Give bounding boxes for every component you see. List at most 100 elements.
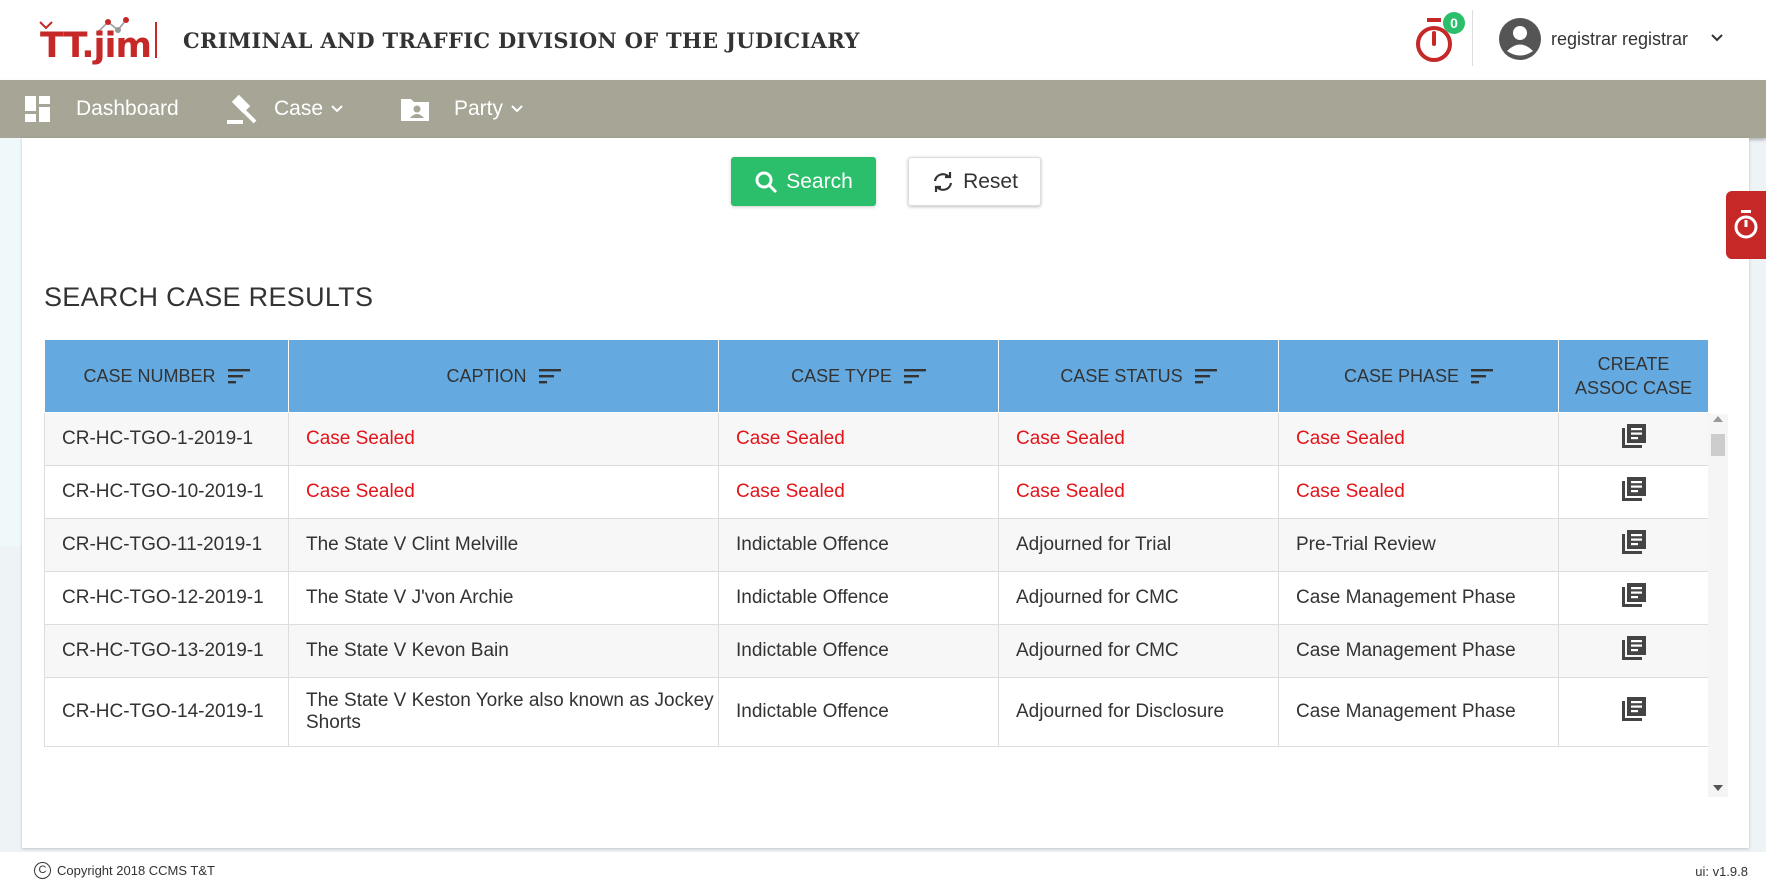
column-header-caption[interactable]: CAPTION bbox=[288, 339, 719, 413]
nav-party-label: Party bbox=[454, 97, 504, 120]
cell-case-phase: Case Sealed bbox=[1278, 412, 1559, 466]
search-button-label: Search bbox=[786, 169, 853, 193]
sort-icon[interactable] bbox=[1194, 368, 1217, 384]
cell-case-number: CR-HC-TGO-14-2019-1 bbox=[44, 677, 289, 747]
cell-case-phase: Case Sealed bbox=[1278, 465, 1559, 519]
scroll-up-arrow[interactable] bbox=[1713, 416, 1723, 422]
column-label: CASE TYPE bbox=[791, 365, 892, 386]
reset-button[interactable]: Reset bbox=[908, 157, 1041, 206]
app-logo[interactable]: TT.jim bbox=[38, 14, 152, 66]
logo-text: TT.jim bbox=[40, 26, 152, 66]
nav-dashboard-label: Dashboard bbox=[76, 97, 179, 120]
top-header: TT.jim CRIMINAL AND TRAFFIC DIVISION OF … bbox=[0, 0, 1766, 80]
sort-icon[interactable] bbox=[538, 368, 561, 384]
cell-case-status: Case Sealed bbox=[998, 465, 1279, 519]
version-label: ui: v1.9.8 bbox=[1695, 864, 1748, 879]
table-row[interactable]: CR-HC-TGO-13-2019-1 The State V Kevon Bai… bbox=[44, 624, 1709, 678]
cell-create-assoc-case bbox=[1558, 465, 1709, 519]
table-row[interactable]: CR-HC-TGO-14-2019-1 The State V Keston Yo… bbox=[44, 677, 1709, 747]
chevron-down-icon[interactable] bbox=[1709, 30, 1725, 46]
cell-case-number: CR-HC-TGO-12-2019-1 bbox=[44, 571, 289, 625]
nav-party[interactable]: Party bbox=[400, 80, 525, 138]
column-label-line2: ASSOC CASE bbox=[1574, 378, 1693, 398]
cell-case-number: CR-HC-TGO-10-2019-1 bbox=[44, 465, 289, 519]
cell-case-phase: Case Management Phase bbox=[1278, 677, 1559, 747]
sort-icon[interactable] bbox=[227, 368, 250, 384]
sort-icon[interactable] bbox=[903, 368, 926, 384]
main-navbar: Dashboard Case Party bbox=[0, 80, 1766, 138]
cell-create-assoc-case bbox=[1558, 412, 1709, 466]
user-avatar-icon[interactable] bbox=[1499, 18, 1541, 60]
cell-case-status: Adjourned for Trial bbox=[998, 518, 1279, 572]
logo-divider bbox=[155, 22, 157, 58]
timer-count-badge: 0 bbox=[1443, 12, 1465, 34]
cell-case-type: Indictable Offence bbox=[718, 518, 999, 572]
results-section-title: SEARCH CASE RESULTS bbox=[44, 282, 374, 312]
cell-case-number: CR-HC-TGO-11-2019-1 bbox=[44, 518, 289, 572]
scroll-thumb[interactable] bbox=[1711, 434, 1725, 456]
library-books-icon[interactable] bbox=[1621, 529, 1647, 561]
results-table: CASE NUMBER CAPTION CASE TYPE CASE STATU… bbox=[44, 339, 1709, 747]
library-books-icon[interactable] bbox=[1621, 423, 1647, 455]
cell-case-type: Case Sealed bbox=[718, 412, 999, 466]
cell-case-number: CR-HC-TGO-1-2019-1 bbox=[44, 412, 289, 466]
party-folder-icon bbox=[401, 99, 429, 121]
side-timer-tab[interactable] bbox=[1726, 191, 1766, 259]
cell-case-phase: Pre-Trial Review bbox=[1278, 518, 1559, 572]
cell-case-type: Indictable Offence bbox=[718, 677, 999, 747]
column-label: CASE STATUS bbox=[1060, 365, 1183, 386]
search-button[interactable]: Search bbox=[731, 157, 876, 206]
column-header-case-number[interactable]: CASE NUMBER bbox=[44, 339, 289, 413]
table-row[interactable]: CR-HC-TGO-10-2019-1 Case Sealed Case Seale… bbox=[44, 465, 1709, 519]
background-strip bbox=[0, 138, 22, 546]
table-row[interactable]: CR-HC-TGO-11-2019-1 The State V Clint Mel… bbox=[44, 518, 1709, 572]
cell-create-assoc-case bbox=[1558, 518, 1709, 572]
table-row[interactable]: CR-HC-TGO-12-2019-1 The State V J'von Arc… bbox=[44, 571, 1709, 625]
scroll-down-arrow[interactable] bbox=[1713, 785, 1723, 791]
column-header-create-assoc-case: CREATE ASSOC CASE bbox=[1558, 339, 1709, 413]
cell-case-type: Indictable Offence bbox=[718, 624, 999, 678]
copyright-text: C Copyright 2018 CCMS T&T bbox=[34, 862, 215, 879]
timer-icon bbox=[1734, 210, 1758, 239]
chevron-down-icon bbox=[331, 105, 343, 113]
copyright-label: Copyright 2018 CCMS T&T bbox=[57, 863, 215, 878]
page-footer: C Copyright 2018 CCMS T&T ui: v1.9.8 bbox=[0, 852, 1766, 892]
library-books-icon[interactable] bbox=[1621, 582, 1647, 614]
table-scrollbar[interactable] bbox=[1708, 414, 1728, 797]
column-label: CAPTION bbox=[446, 365, 527, 386]
column-header-case-phase[interactable]: CASE PHASE bbox=[1278, 339, 1559, 413]
table-header-row: CASE NUMBER CAPTION CASE TYPE CASE STATU… bbox=[44, 339, 1709, 413]
cell-case-phase: Case Management Phase bbox=[1278, 571, 1559, 625]
sort-icon[interactable] bbox=[1471, 368, 1494, 384]
timer-button[interactable]: 0 bbox=[1413, 12, 1465, 64]
dashboard-icon bbox=[25, 96, 50, 122]
cell-case-phase: Case Management Phase bbox=[1278, 624, 1559, 678]
nav-dashboard[interactable]: Dashboard bbox=[24, 80, 179, 138]
chevron-down-icon bbox=[511, 105, 523, 113]
nav-case[interactable]: Case bbox=[226, 80, 345, 138]
search-icon bbox=[755, 171, 778, 193]
cell-caption: The State V Keston Yorke also known as J… bbox=[288, 677, 719, 747]
cell-case-type: Indictable Offence bbox=[718, 571, 999, 625]
results-table-container[interactable]: CASE NUMBER CAPTION CASE TYPE CASE STATU… bbox=[44, 339, 1728, 797]
cell-case-status: Adjourned for CMC bbox=[998, 571, 1279, 625]
nav-case-label: Case bbox=[274, 97, 324, 120]
cell-create-assoc-case bbox=[1558, 571, 1709, 625]
column-header-case-type[interactable]: CASE TYPE bbox=[718, 339, 999, 413]
cell-create-assoc-case bbox=[1558, 624, 1709, 678]
cell-caption: The State V J'von Archie bbox=[288, 571, 719, 625]
cell-case-status: Adjourned for Disclosure bbox=[998, 677, 1279, 747]
cell-create-assoc-case bbox=[1558, 677, 1709, 747]
column-header-case-status[interactable]: CASE STATUS bbox=[998, 339, 1279, 413]
user-name[interactable]: registrar registrar bbox=[1551, 29, 1688, 50]
column-label-line1: CREATE bbox=[1597, 354, 1670, 374]
cell-caption: Case Sealed bbox=[288, 412, 719, 466]
reset-button-label: Reset bbox=[963, 169, 1018, 193]
table-row[interactable]: CR-HC-TGO-1-2019-1 Case Sealed Case Sealed… bbox=[44, 412, 1709, 466]
library-books-icon[interactable] bbox=[1621, 476, 1647, 508]
cell-case-type: Case Sealed bbox=[718, 465, 999, 519]
header-separator bbox=[1472, 10, 1473, 66]
library-books-icon[interactable] bbox=[1621, 635, 1647, 667]
library-books-icon[interactable] bbox=[1621, 696, 1647, 728]
cell-caption: The State V Clint Melville bbox=[288, 518, 719, 572]
